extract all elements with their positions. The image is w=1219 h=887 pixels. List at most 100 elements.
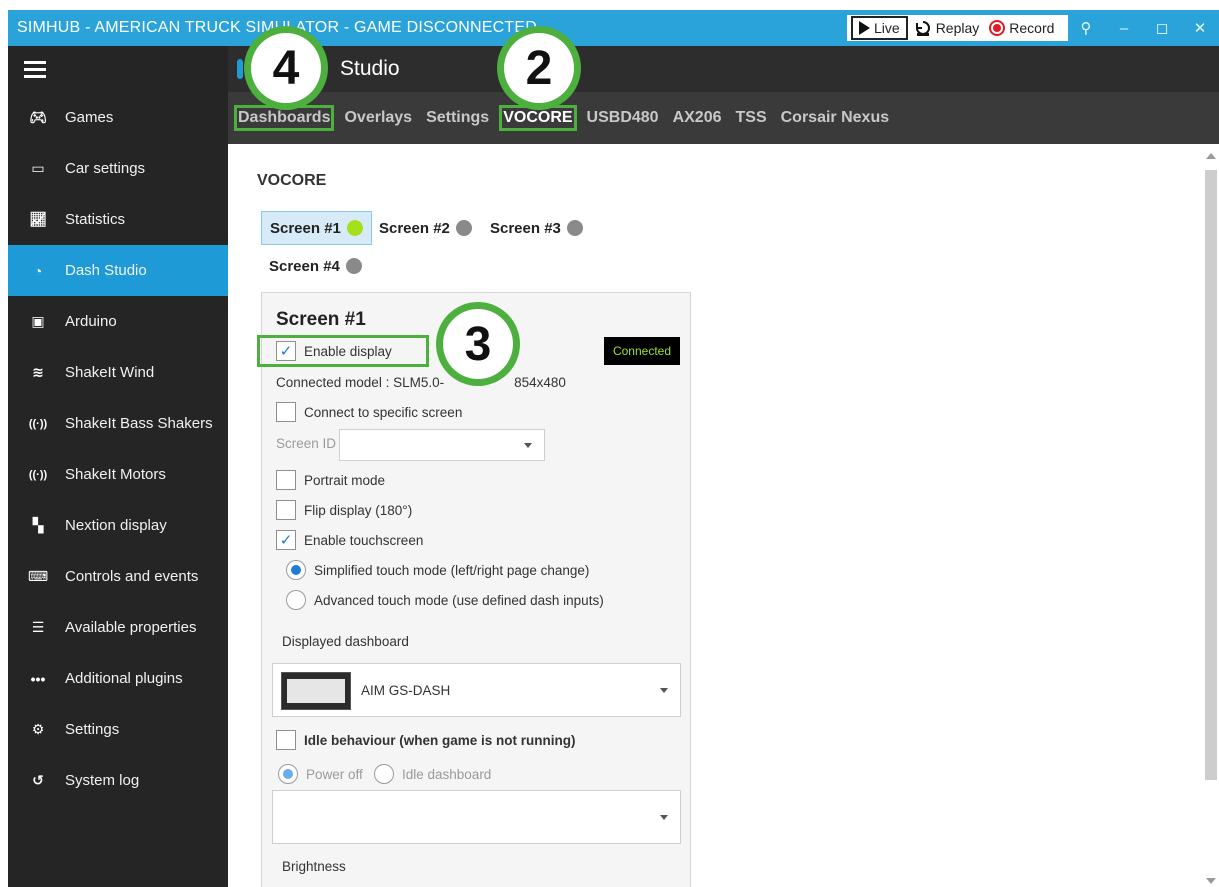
sidebar-item-label: Arduino bbox=[65, 313, 117, 330]
page-title: Studio bbox=[340, 57, 400, 80]
sidebar-item-controls-and-events[interactable]: ⌨ Controls and events bbox=[8, 551, 228, 602]
sidebar-item-arduino[interactable]: ▣ Arduino bbox=[8, 296, 228, 347]
simplified-touch-label: Simplified touch mode (left/right page c… bbox=[314, 562, 590, 578]
screen-id-select[interactable] bbox=[339, 429, 545, 461]
screen-tab-1[interactable]: Screen #1 bbox=[261, 211, 372, 245]
screen-tab-4[interactable]: Screen #4 bbox=[261, 249, 370, 283]
sidebar-nav: 🎮︎ Games ▭ Car settings 📈︎ Statistics ◔ Dash St… bbox=[8, 92, 228, 806]
tab-tss[interactable]: TSS bbox=[736, 109, 767, 127]
radio-selected bbox=[278, 764, 298, 784]
annotation-badge-4: 4 bbox=[244, 26, 328, 110]
pin-icon[interactable]: ⚲ bbox=[1067, 19, 1105, 37]
screen-tab-label: Screen #1 bbox=[270, 219, 341, 237]
minimize-button[interactable]: – bbox=[1105, 20, 1143, 37]
sidebar-item-system-log[interactable]: ↺ System log bbox=[8, 755, 228, 806]
tab-bar: Dashboards Overlays Settings VOCORE USBD480 A… bbox=[228, 92, 1219, 144]
flip-display-checkbox[interactable]: Flip display (180°) bbox=[276, 500, 412, 520]
annotation-number: 3 bbox=[443, 309, 513, 379]
vibration-icon: ((·)) bbox=[28, 417, 48, 430]
dashboard-value: AIM GS-DASH bbox=[361, 683, 451, 698]
sidebar-item-label: Settings bbox=[65, 721, 120, 738]
screen-id-label: Screen ID : bbox=[276, 436, 344, 451]
annotation-number: 2 bbox=[504, 33, 574, 103]
hamburger-icon bbox=[24, 67, 46, 71]
sidebar-item-statistics[interactable]: 📈︎ Statistics bbox=[8, 194, 228, 245]
connected-model-resolution: 854x480 bbox=[514, 375, 566, 390]
displayed-dashboard-label: Displayed dashboard bbox=[282, 634, 409, 649]
tab-vocore[interactable]: VOCORE bbox=[499, 105, 577, 131]
connected-badge: Connected bbox=[604, 337, 680, 365]
sidebar-item-label: Statistics bbox=[65, 211, 126, 228]
sidebar-item-label: ShakeIt Bass Shakers bbox=[65, 415, 213, 432]
sidebar-item-available-properties[interactable]: ☰ Available properties bbox=[8, 602, 228, 653]
checkbox-box bbox=[276, 470, 296, 490]
displayed-dashboard-select[interactable]: AIM GS-DASH bbox=[272, 663, 681, 717]
list-icon: ☰ bbox=[31, 619, 45, 635]
sidebar-item-settings[interactable]: ⚙ Settings bbox=[8, 704, 228, 755]
power-off-radio[interactable]: Power off bbox=[278, 764, 363, 784]
flip-display-label: Flip display (180°) bbox=[304, 502, 413, 518]
record-button[interactable]: Record bbox=[987, 15, 1062, 41]
sidebar-item-label: ShakeIt Motors bbox=[65, 466, 166, 483]
replay-icon bbox=[915, 21, 930, 36]
maximize-button[interactable]: ◻ bbox=[1143, 19, 1181, 37]
sidebar-item-label: Available properties bbox=[65, 619, 197, 636]
sidebar-item-additional-plugins[interactable]: ••• Additional plugins bbox=[8, 653, 228, 704]
enable-touchscreen-checkbox[interactable]: ✓ Enable touchscreen bbox=[276, 530, 423, 550]
tab-ax206[interactable]: AX206 bbox=[673, 109, 722, 127]
status-dot-icon bbox=[566, 220, 583, 236]
annotation-badge-2: 2 bbox=[497, 26, 581, 110]
portrait-mode-checkbox[interactable]: Portrait mode bbox=[276, 470, 385, 490]
screen-tab-label: Screen #3 bbox=[490, 219, 561, 237]
chevron-down-icon bbox=[660, 688, 668, 693]
hamburger-menu-button[interactable] bbox=[8, 46, 228, 92]
status-dot-icon bbox=[345, 258, 362, 274]
tab-dashboards[interactable]: Dashboards bbox=[233, 105, 335, 131]
vertical-scrollbar[interactable] bbox=[1205, 150, 1217, 887]
advanced-touch-radio[interactable]: Advanced touch mode (use defined dash in… bbox=[286, 590, 604, 610]
dashboard-thumbnail bbox=[281, 672, 351, 710]
screen-tab-2[interactable]: Screen #2 bbox=[371, 211, 480, 245]
screen-tab-3[interactable]: Screen #3 bbox=[482, 211, 591, 245]
sidebar-item-games[interactable]: 🎮︎ Games bbox=[8, 92, 228, 143]
panel-title: Screen #1 bbox=[276, 309, 366, 330]
power-off-label: Power off bbox=[306, 766, 363, 782]
idle-dashboard-radio[interactable]: Idle dashboard bbox=[374, 764, 491, 784]
sidebar-item-dash-studio[interactable]: ◔ Dash Studio bbox=[8, 245, 228, 296]
screen-tab-label: Screen #4 bbox=[269, 257, 340, 275]
sidebar-item-label: System log bbox=[65, 772, 140, 789]
tab-corsair-nexus[interactable]: Corsair Nexus bbox=[781, 109, 890, 127]
scroll-down-icon[interactable] bbox=[1206, 878, 1216, 884]
tab-usbd480[interactable]: USBD480 bbox=[587, 109, 659, 127]
scroll-thumb[interactable] bbox=[1205, 170, 1217, 780]
wind-icon: ≋ bbox=[32, 364, 44, 380]
radio-unselected bbox=[286, 590, 306, 610]
sidebar-item-label: Additional plugins bbox=[65, 670, 183, 687]
idle-dashboard-select[interactable] bbox=[272, 790, 681, 844]
close-button[interactable]: ✕ bbox=[1181, 19, 1219, 37]
scroll-up-icon[interactable] bbox=[1206, 153, 1216, 159]
tab-overlays[interactable]: Overlays bbox=[344, 109, 412, 127]
dots-icon: ••• bbox=[30, 670, 46, 687]
sidebar-item-label: ShakeIt Wind bbox=[65, 364, 155, 381]
sidebar-item-shakeit-wind[interactable]: ≋ ShakeIt Wind bbox=[8, 347, 228, 398]
replay-label: Replay bbox=[935, 20, 980, 36]
connect-specific-checkbox[interactable]: Connect to specific screen bbox=[276, 402, 462, 422]
tab-settings[interactable]: Settings bbox=[426, 109, 489, 127]
sidebar-item-nextion-display[interactable]: ▚ Nextion display bbox=[8, 500, 228, 551]
live-label: Live bbox=[874, 20, 900, 36]
annotation-badge-3: 3 bbox=[436, 302, 520, 386]
idle-behaviour-label: Idle behaviour (when game is not running… bbox=[304, 732, 576, 748]
sidebar-item-shakeit-motors[interactable]: ((·)) ShakeIt Motors bbox=[8, 449, 228, 500]
sidebar-item-shakeit-bass-shakers[interactable]: ((·)) ShakeIt Bass Shakers bbox=[8, 398, 228, 449]
replay-button[interactable]: Replay bbox=[912, 15, 988, 41]
sidebar-item-car-settings[interactable]: ▭ Car settings bbox=[8, 143, 228, 194]
app-header: Studio bbox=[228, 46, 1219, 92]
idle-behaviour-checkbox[interactable]: Idle behaviour (when game is not running… bbox=[276, 730, 576, 750]
window-controls: ⚲ – ◻ ✕ bbox=[1067, 10, 1219, 46]
simplified-touch-radio[interactable]: Simplified touch mode (left/right page c… bbox=[286, 560, 589, 580]
sidebar: 🎮︎ Games ▭ Car settings 📈︎ Statistics ◔ Dash St… bbox=[8, 46, 228, 887]
history-icon: ↺ bbox=[32, 772, 44, 788]
nextion-icon: ▚ bbox=[32, 517, 44, 533]
live-button[interactable]: Live bbox=[851, 16, 908, 40]
